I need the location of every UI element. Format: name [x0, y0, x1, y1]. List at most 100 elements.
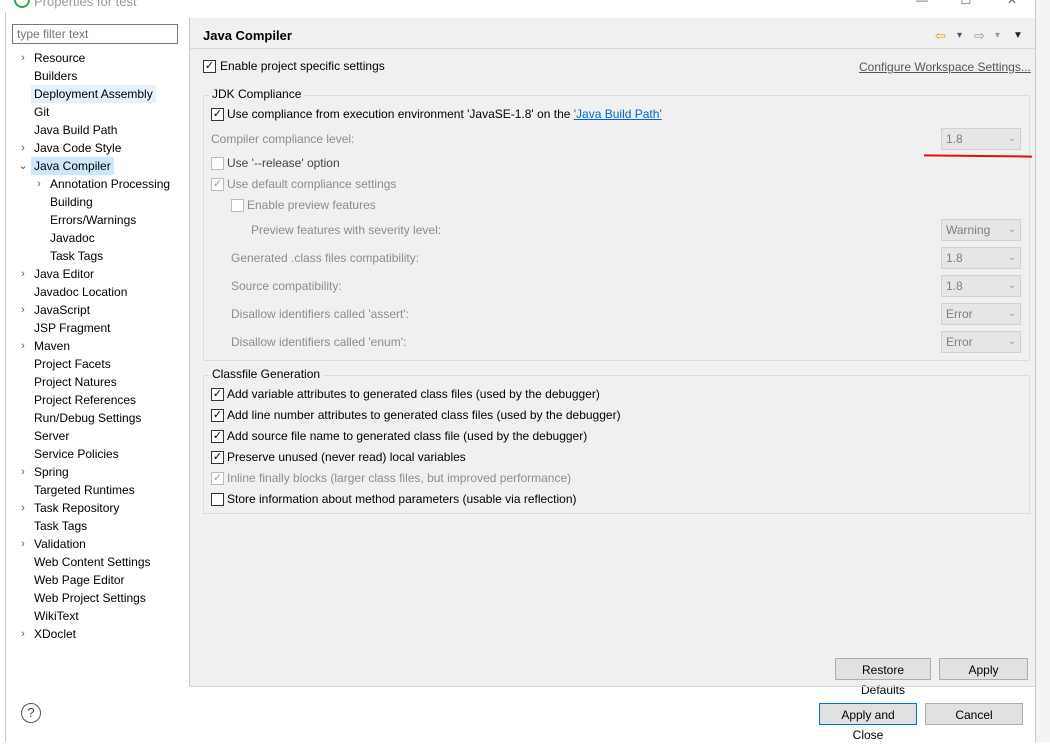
- chevron-right-icon[interactable]: ›: [18, 337, 28, 355]
- tree-item[interactable]: Service Policies: [0, 445, 188, 463]
- title-separator: [190, 48, 1035, 49]
- tree-item[interactable]: Web Page Editor: [0, 571, 188, 589]
- classfile-option-checkbox[interactable]: [211, 493, 224, 506]
- tree-item-label: Java Build Path: [34, 123, 118, 137]
- back-menu-icon[interactable]: ▾: [957, 30, 962, 41]
- release-option-label: Use '--release' option: [227, 156, 340, 170]
- tree-item-label: Java Compiler: [31, 157, 114, 175]
- tree-item[interactable]: WikiText: [0, 607, 188, 625]
- tree-item[interactable]: Building: [0, 193, 188, 211]
- source-compat-combo[interactable]: 1.8 ⌄: [941, 275, 1021, 297]
- chevron-down-icon[interactable]: ⌄: [18, 157, 28, 175]
- filter-input[interactable]: [12, 24, 178, 44]
- tree-item-label: Errors/Warnings: [50, 213, 137, 227]
- chevron-right-icon[interactable]: ›: [18, 499, 28, 517]
- minimize-button[interactable]: —: [916, 0, 928, 6]
- classfile-option-checkbox[interactable]: ✓: [211, 472, 224, 485]
- tree-item[interactable]: Deployment Assembly: [0, 85, 188, 103]
- chevron-right-icon[interactable]: ›: [18, 49, 28, 67]
- classfile-option-checkbox[interactable]: ✓: [211, 388, 224, 401]
- tree-item[interactable]: ⌄ Java Compiler: [0, 157, 188, 175]
- view-menu-icon[interactable]: ▼: [1013, 30, 1023, 41]
- forward-menu-icon[interactable]: ▾: [995, 30, 1000, 41]
- tree-item[interactable]: JSP Fragment: [0, 319, 188, 337]
- chevron-down-icon: ⌄: [1007, 224, 1016, 235]
- tree-item[interactable]: Server: [0, 427, 188, 445]
- tree-item[interactable]: Javadoc Location: [0, 283, 188, 301]
- tree-item-label: Validation: [34, 537, 86, 551]
- tree-item[interactable]: › Task Repository: [0, 499, 188, 517]
- generated-compat-combo[interactable]: 1.8 ⌄: [941, 247, 1021, 269]
- enable-specific-checkbox[interactable]: ✓: [203, 60, 216, 73]
- chevron-down-icon: ⌄: [1007, 336, 1016, 347]
- tree-item[interactable]: Project References: [0, 391, 188, 409]
- close-button[interactable]: ✕: [1006, 0, 1018, 6]
- tree-item[interactable]: Errors/Warnings: [0, 211, 188, 229]
- tree-item-label: Task Repository: [34, 501, 120, 515]
- tree-item[interactable]: Project Natures: [0, 373, 188, 391]
- tree-item[interactable]: Targeted Runtimes: [0, 481, 188, 499]
- jdk-compliance-title: JDK Compliance: [209, 87, 305, 101]
- cancel-button[interactable]: Cancel: [925, 703, 1023, 725]
- chevron-right-icon[interactable]: ›: [18, 139, 28, 157]
- forward-arrow-icon[interactable]: ⇨: [974, 28, 985, 44]
- tree-item-label: Web Page Editor: [34, 573, 125, 587]
- tree-item[interactable]: › Annotation Processing: [0, 175, 188, 193]
- classfile-option-checkbox[interactable]: ✓: [211, 451, 224, 464]
- java-build-path-link[interactable]: 'Java Build Path': [574, 107, 662, 121]
- source-compat-value: 1.8: [946, 279, 963, 293]
- enum-identifier-combo[interactable]: Error ⌄: [941, 331, 1021, 353]
- chevron-right-icon[interactable]: ›: [34, 175, 44, 193]
- compliance-level-combo[interactable]: 1.8 ⌄: [941, 128, 1021, 150]
- apply-button[interactable]: Apply: [939, 658, 1028, 680]
- help-icon[interactable]: ?: [21, 703, 41, 723]
- tree-item-label: Spring: [34, 465, 69, 479]
- tree-item[interactable]: Run/Debug Settings: [0, 409, 188, 427]
- tree-item-label: Building: [50, 195, 93, 209]
- preview-features-checkbox[interactable]: [231, 199, 244, 212]
- chevron-down-icon: ⌄: [1007, 308, 1016, 319]
- chevron-right-icon[interactable]: ›: [18, 535, 28, 553]
- tree-item[interactable]: Builders: [0, 67, 188, 85]
- tree-item[interactable]: › Java Editor: [0, 265, 188, 283]
- tree-item-label: Run/Debug Settings: [34, 411, 142, 425]
- classfile-option-label: Store information about method parameter…: [227, 492, 577, 506]
- tree-item[interactable]: › Java Code Style: [0, 139, 188, 157]
- tree-item[interactable]: Git: [0, 103, 188, 121]
- chevron-right-icon[interactable]: ›: [18, 265, 28, 283]
- tree-item[interactable]: Web Project Settings: [0, 589, 188, 607]
- apply-and-close-button[interactable]: Apply and Close: [819, 703, 917, 742]
- assert-identifier-combo[interactable]: Error ⌄: [941, 303, 1021, 325]
- tree-item[interactable]: Project Facets: [0, 355, 188, 373]
- release-option-checkbox[interactable]: [211, 157, 224, 170]
- chevron-right-icon[interactable]: ›: [18, 463, 28, 481]
- tree-item[interactable]: › Validation: [0, 535, 188, 553]
- tree-item[interactable]: Task Tags: [0, 517, 188, 535]
- default-compliance-checkbox[interactable]: ✓: [211, 178, 224, 191]
- tree-item[interactable]: Javadoc: [0, 229, 188, 247]
- configure-workspace-link[interactable]: Configure Workspace Settings...: [859, 60, 1031, 74]
- classfile-option-checkbox[interactable]: ✓: [211, 430, 224, 443]
- tree-item[interactable]: › Resource: [0, 49, 188, 67]
- restore-defaults-button[interactable]: Restore Defaults: [835, 658, 931, 697]
- tree-item[interactable]: Web Content Settings: [0, 553, 188, 571]
- chevron-right-icon[interactable]: ›: [18, 625, 28, 643]
- maximize-button[interactable]: ☐: [960, 0, 972, 6]
- tree-item-label: Annotation Processing: [50, 177, 171, 191]
- tree-item[interactable]: Java Build Path: [0, 121, 188, 139]
- tree-item-label: Resource: [34, 51, 86, 65]
- tree-item-label: Javadoc: [50, 231, 95, 245]
- tree-item[interactable]: Task Tags: [0, 247, 188, 265]
- background-window: [1036, 0, 1050, 742]
- back-arrow-icon[interactable]: ⇦: [935, 28, 946, 44]
- tree-item[interactable]: › Spring: [0, 463, 188, 481]
- enum-identifier-label: Disallow identifiers called 'enum':: [231, 335, 407, 349]
- tree-item[interactable]: › Maven: [0, 337, 188, 355]
- tree-item-label: Web Content Settings: [34, 555, 151, 569]
- classfile-option-checkbox[interactable]: ✓: [211, 409, 224, 422]
- preview-severity-combo[interactable]: Warning ⌄: [941, 219, 1021, 241]
- chevron-right-icon[interactable]: ›: [18, 301, 28, 319]
- tree-item[interactable]: › JavaScript: [0, 301, 188, 319]
- use-compliance-checkbox[interactable]: ✓: [211, 108, 224, 121]
- tree-item[interactable]: › XDoclet: [0, 625, 188, 643]
